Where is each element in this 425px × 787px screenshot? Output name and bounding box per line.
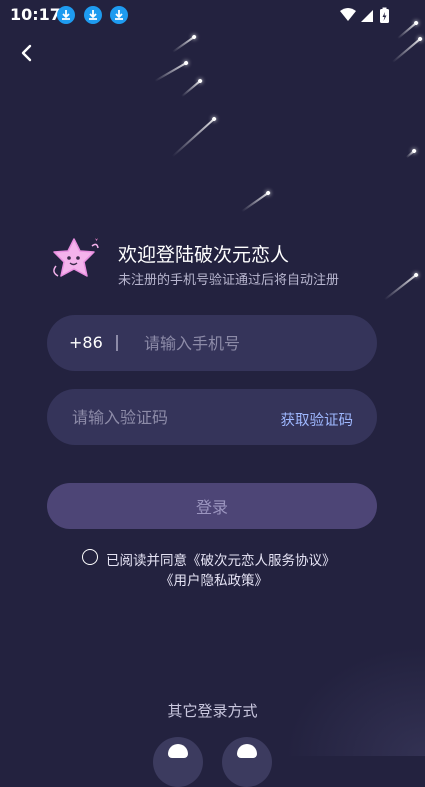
privacy-policy-line: 《用户隐私政策》 [160, 569, 268, 589]
social-login-button[interactable] [153, 737, 203, 787]
verification-code-input[interactable] [72, 389, 262, 445]
shooting-star [241, 192, 269, 212]
shooting-star [181, 80, 201, 97]
country-code-selector[interactable]: +86 [69, 333, 103, 352]
field-divider [116, 335, 118, 351]
signal-icon [361, 10, 373, 22]
status-time: 10:17 [10, 5, 61, 24]
other-login-label: 其它登录方式 [167, 702, 258, 720]
shooting-star [172, 36, 195, 53]
page-title: 欢迎登陆破次元恋人 [118, 244, 290, 266]
download-icon [110, 6, 128, 24]
download-icon [57, 6, 75, 24]
verification-code-field: 获取验证码 [47, 389, 377, 445]
login-button[interactable]: 登录 [47, 483, 377, 529]
back-button[interactable] [16, 42, 38, 64]
get-code-button[interactable]: 获取验证码 [281, 409, 354, 430]
system-status-icons [340, 7, 389, 23]
service-agreement-link[interactable]: 《破次元恋人服务协议》 [187, 553, 336, 569]
agreement-text: 已阅读并同意《破次元恋人服务协议》 [106, 549, 336, 569]
social-login-button[interactable] [222, 737, 272, 787]
status-bar: 10:17 [0, 0, 425, 30]
wifi-icon [340, 8, 356, 21]
shooting-star [384, 274, 417, 300]
privacy-policy-link[interactable]: 《用户隐私政策》 [160, 573, 268, 589]
shooting-star [171, 118, 215, 157]
shooting-star [391, 38, 421, 63]
chevron-left-icon [21, 44, 32, 62]
download-icon [84, 6, 102, 24]
shooting-star [405, 150, 415, 158]
shooting-star [154, 62, 187, 82]
agreement-checkbox[interactable] [82, 549, 98, 565]
phone-input[interactable] [144, 315, 359, 371]
agreement-prefix: 已阅读并同意 [106, 553, 187, 569]
phone-field: +86 [47, 315, 377, 371]
page-subtitle: 未注册的手机号验证通过后将自动注册 [118, 273, 340, 288]
star-mascot-icon [53, 238, 99, 277]
